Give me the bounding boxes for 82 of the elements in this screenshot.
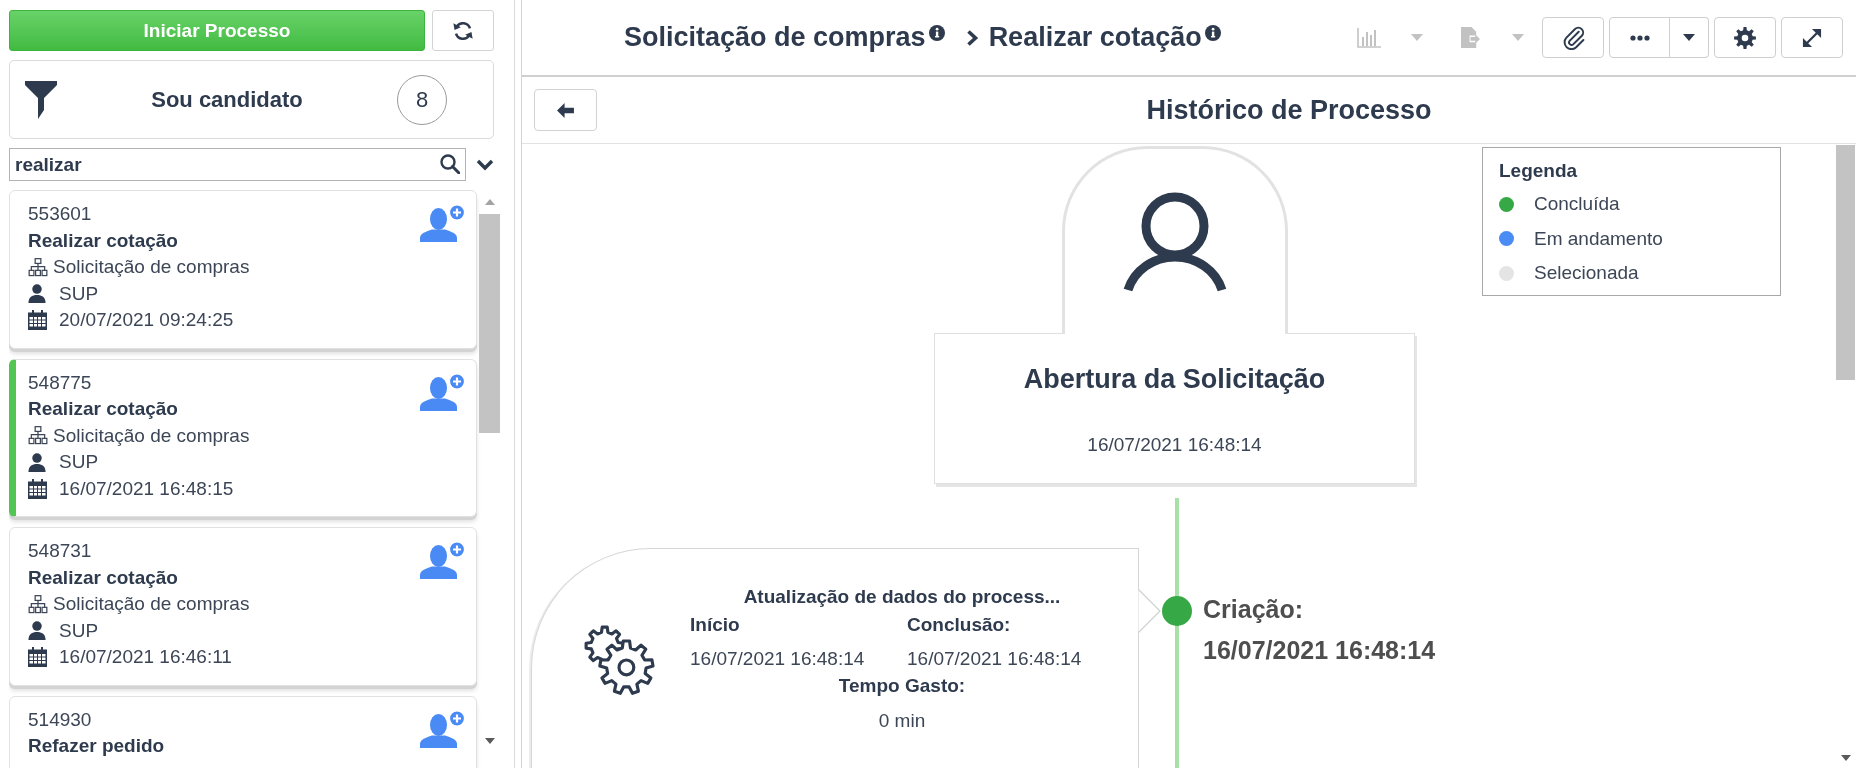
search-field[interactable]: realizar [9, 148, 466, 181]
user-name: SUP [59, 451, 99, 474]
marker-date: 16/07/2021 16:48:14 [1203, 635, 1436, 665]
expand-icon [1802, 27, 1822, 48]
caret-icon [1411, 34, 1423, 41]
process-name: Solicitação de compras [53, 424, 250, 447]
task-date: 16/07/2021 16:48:15 [59, 477, 234, 500]
task-date: 20/07/2021 09:24:25 [59, 309, 234, 332]
attach-button[interactable] [1542, 17, 1604, 58]
node-title: Abertura da Solicitação [1023, 363, 1326, 395]
process-name: Solicitação de compras [53, 593, 250, 616]
info-icon[interactable] [928, 25, 945, 41]
marker-label: Criação: [1203, 594, 1304, 624]
gear-icon [584, 625, 655, 696]
task-card[interactable]: 548731 Realizar cotação Solicitação de compras SUP 16/07/2021 16:46:11 [9, 527, 477, 686]
expand-button[interactable] [1781, 17, 1843, 58]
add-user-icon[interactable] [420, 372, 465, 411]
breadcrumb-item: Solicitação de compras [624, 22, 926, 53]
bar-chart-icon [1357, 27, 1381, 48]
task-id: 553601 [28, 203, 92, 226]
dropdown-button[interactable] [1670, 17, 1709, 58]
task-card[interactable]: 514930 Refazer pedido [9, 695, 477, 768]
hierarchy-icon [28, 594, 48, 614]
scrollbar-thumb[interactable] [1836, 145, 1855, 380]
event-title: Atualização de dados do process... [743, 585, 1061, 609]
duration-label: Tempo Gasto: [838, 674, 966, 698]
start-label: Início [690, 613, 740, 637]
settings-button[interactable] [1714, 17, 1776, 58]
start-time: 16/07/2021 16:48:14 [690, 647, 865, 671]
chevron-right-icon [965, 28, 979, 47]
file-export-icon [1460, 27, 1480, 48]
task-date: 16/07/2021 16:46:11 [59, 646, 232, 669]
node-date: 16/07/2021 16:48:14 [1087, 434, 1262, 456]
refresh-button[interactable] [432, 10, 494, 51]
arrow-left-icon [557, 102, 574, 118]
caret-icon [1683, 34, 1695, 41]
filter-title: Sou candidato [151, 86, 303, 113]
back-button[interactable] [534, 89, 597, 131]
task-card[interactable]: 548775 Realizar cotação Solicitação de compras SUP 16/07/2021 16:48:15 [9, 358, 477, 517]
task-id: 514930 [28, 708, 92, 731]
user-name: SUP [59, 282, 99, 305]
user-icon [28, 452, 46, 472]
breadcrumb-item: Realizar cotação [988, 22, 1202, 53]
user-icon [28, 284, 46, 304]
search-icon[interactable] [440, 154, 460, 174]
refresh-icon [452, 19, 474, 42]
legend-label: Selecionada [1534, 262, 1639, 285]
task-title: Realizar cotação [28, 229, 178, 252]
calendar-icon [28, 478, 47, 499]
chevron-down-icon[interactable] [476, 158, 494, 171]
hierarchy-icon [28, 257, 48, 277]
scroll-down-icon[interactable] [1840, 755, 1851, 761]
add-user-icon[interactable] [420, 204, 465, 242]
calendar-icon [28, 647, 47, 668]
caret-icon [1512, 34, 1524, 41]
end-time: 16/07/2021 16:48:14 [907, 647, 1082, 671]
ellipsis-icon [1629, 34, 1650, 41]
add-user-icon[interactable] [420, 541, 465, 579]
process-name: Solicitação de compras [53, 256, 250, 279]
calendar-icon [28, 310, 47, 331]
task-title: Realizar cotação [28, 398, 178, 421]
legend-title: Legenda [1499, 159, 1578, 183]
task-id: 548731 [28, 540, 92, 563]
settings-icon [1734, 26, 1756, 49]
task-id: 548775 [28, 371, 92, 394]
task-card[interactable]: 553601 Realizar cotação Solicitação de compras SUP 20/07/2021 09:24:25 [9, 190, 477, 349]
info-icon[interactable] [1204, 25, 1221, 41]
add-user-icon[interactable] [420, 709, 465, 748]
scroll-down-icon[interactable] [484, 738, 495, 744]
user-icon [28, 621, 46, 641]
scrollbar-thumb[interactable] [479, 214, 500, 433]
hierarchy-icon [28, 426, 48, 446]
duration-value: 0 min [878, 709, 926, 733]
user-outline-icon [1121, 192, 1228, 292]
task-title: Refazer pedido [28, 735, 165, 758]
legend-label: Em andamento [1534, 227, 1663, 250]
page-title: Histórico de Processo [1146, 94, 1432, 126]
filter-icon[interactable] [25, 80, 57, 119]
user-name: SUP [59, 619, 99, 642]
task-title: Realizar cotação [28, 566, 178, 589]
end-label: Conclusão: [907, 613, 1011, 637]
legend-label: Concluída [1534, 193, 1620, 216]
